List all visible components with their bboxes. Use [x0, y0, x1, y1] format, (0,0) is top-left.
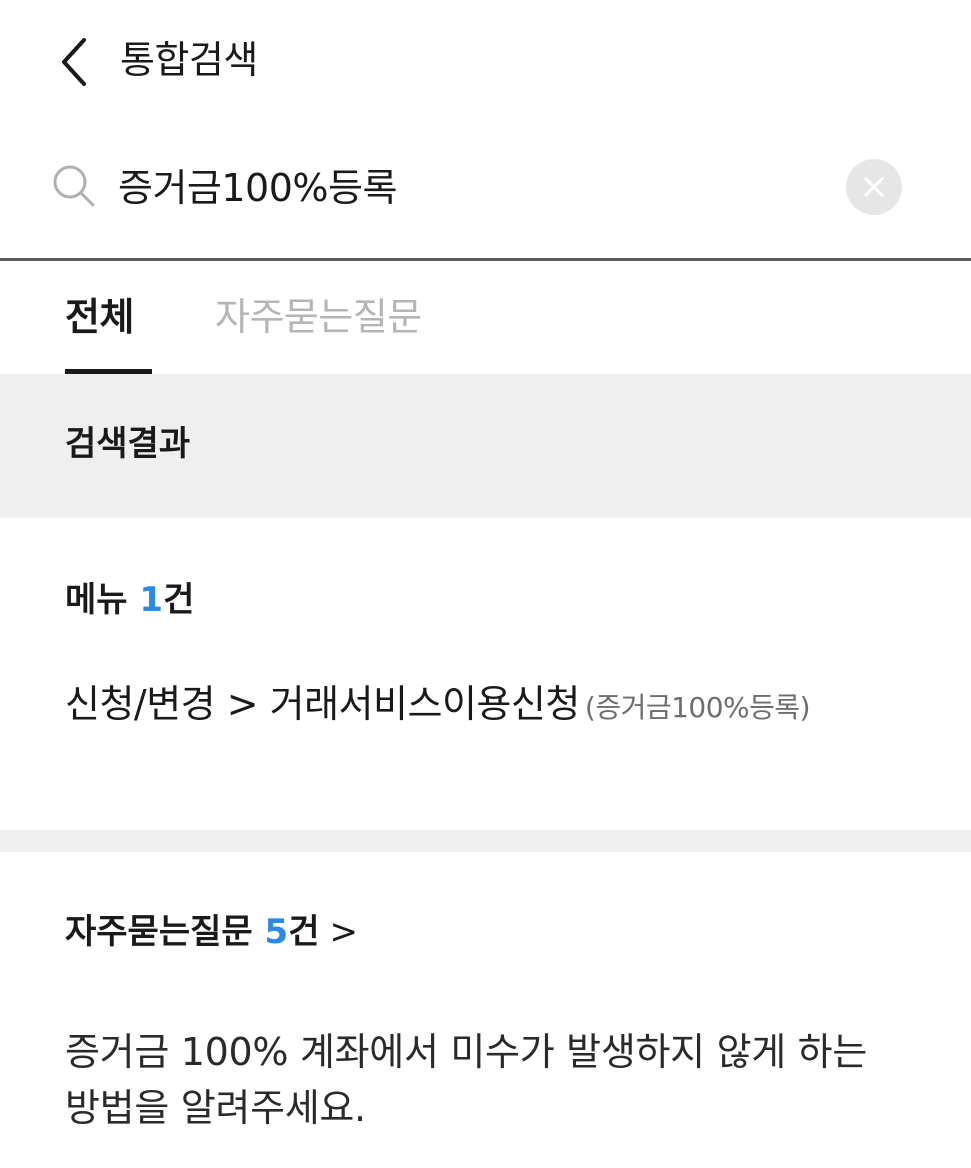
menu-title-label: 메뉴 — [65, 580, 140, 620]
faq-result-item[interactable]: 증거금 100% 계좌에서 미수가 발생하지 않게 하는 방법을 알려주세요. — [65, 1024, 905, 1136]
search-icon — [50, 162, 98, 210]
section-divider — [0, 830, 971, 852]
chevron-right-icon: > — [329, 912, 358, 952]
chevron-left-icon — [62, 38, 86, 86]
search-bar — [0, 124, 971, 261]
menu-title-suffix: 건 — [163, 580, 195, 620]
tab-faq[interactable]: 자주묻는질문 — [215, 291, 422, 343]
faq-title-label: 자주묻는질문 — [65, 912, 265, 952]
tab-bar: 전체 자주묻는질문 — [0, 261, 971, 374]
faq-count: 5 — [264, 912, 289, 952]
page-title: 통합검색 — [120, 38, 258, 82]
faq-title-suffix: 건 — [288, 912, 320, 952]
app-header: 통합검색 — [0, 0, 971, 124]
clear-icon — [864, 177, 884, 197]
menu-result-path: 신청/변경 > 거래서비스이용신청 — [65, 682, 580, 726]
results-section-header: 검색결과 — [0, 374, 971, 518]
menu-count: 1 — [139, 580, 164, 620]
tab-all[interactable]: 전체 — [65, 291, 134, 343]
faq-results-section: 자주묻는질문 5건 > 증거금 100% 계좌에서 미수가 발생하지 않게 하는 … — [0, 852, 971, 1168]
menu-result-item[interactable]: 신청/변경 > 거래서비스이용신청 (증거금100%등록) — [65, 680, 885, 728]
back-button[interactable] — [52, 36, 100, 88]
results-heading: 검색결과 — [65, 424, 191, 464]
menu-result-note: (증거금100%등록) — [584, 691, 811, 724]
faq-count-title[interactable]: 자주묻는질문 5건 > — [65, 908, 358, 956]
search-input[interactable] — [118, 154, 818, 214]
clear-search-button[interactable] — [846, 159, 902, 215]
menu-count-title: 메뉴 1건 — [65, 576, 194, 624]
menu-results-section: 메뉴 1건 신청/변경 > 거래서비스이용신청 (증거금100%등록) — [0, 518, 971, 830]
